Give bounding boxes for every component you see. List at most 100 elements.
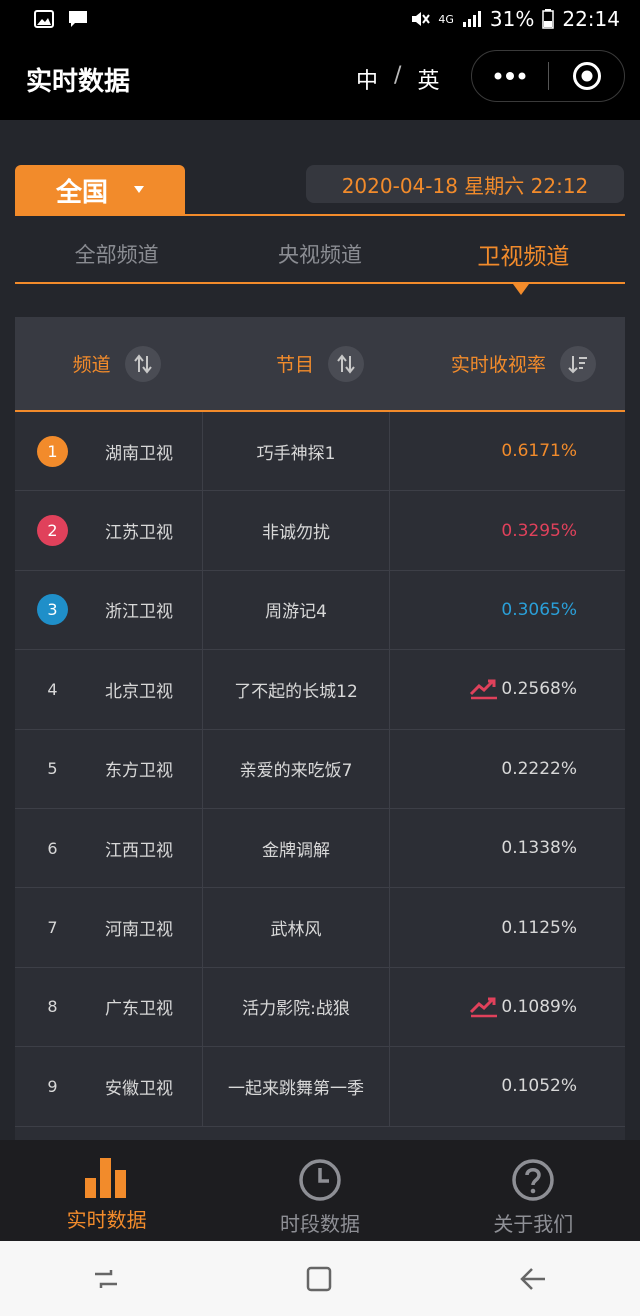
rating-cell: 0.2568% — [390, 650, 625, 728]
image-icon — [34, 10, 54, 28]
table-row[interactable]: 9 安徽卫视 一起来跳舞第一季 0.1052% — [15, 1047, 625, 1127]
channel-name: 安徽卫视 — [105, 1078, 173, 1099]
active-tab-indicator — [513, 284, 529, 295]
tab-all-channels[interactable]: 全部频道 — [15, 226, 218, 282]
program-cell: 了不起的长城12 — [203, 650, 391, 729]
rating-value: 0.6171% — [501, 441, 578, 462]
app-header: 实时数据 中 / 英 — [0, 38, 640, 120]
battery-percent: 31% — [489, 7, 535, 31]
channel-cell: 2 江苏卫视 — [15, 491, 203, 570]
table-row[interactable]: 1 湖南卫视 巧手神探1 0.6171% — [15, 412, 625, 492]
nav-period-label: 时段数据 — [279, 1212, 360, 1236]
nav-realtime-label: 实时数据 — [66, 1208, 147, 1232]
column-rating-label: 实时收视率 — [450, 354, 546, 376]
table-row[interactable]: 7 河南卫视 武林风 0.1125% — [15, 888, 625, 968]
rating-cell: 0.3065% — [390, 571, 625, 649]
table-row[interactable]: 3 浙江卫视 周游记4 0.3065% — [15, 570, 625, 651]
program-cell: 巧手神探1 — [203, 412, 391, 491]
sort-program-button[interactable] — [328, 345, 364, 382]
table-row[interactable]: 5 东方卫视 亲爱的来吃饭7 0.2222% — [15, 729, 625, 809]
table-row[interactable]: 8 广东卫视 活力影院:战狼 0.1089% — [15, 967, 625, 1048]
region-label: 全国 — [55, 177, 108, 208]
target-icon — [572, 62, 601, 90]
rating-value: 0.2222% — [501, 758, 578, 779]
rating-cell: 0.1125% — [390, 888, 625, 966]
rating-value: 0.1089% — [501, 996, 578, 1017]
rank-badge: 9 — [47, 1076, 58, 1096]
program-cell: 活力影院:战狼 — [203, 967, 391, 1047]
channel-cell: 8 广东卫视 — [15, 967, 203, 1047]
rank-badge: 2 — [37, 515, 68, 547]
table-row[interactable]: 6 江西卫视 金牌调解 0.1338% — [15, 808, 625, 889]
region-selector[interactable]: 全国 — [15, 165, 185, 215]
nav-realtime-data[interactable]: 实时数据 — [0, 1140, 213, 1241]
rating-value: 0.2568% — [501, 679, 578, 700]
status-bar: 4G 31% 22:14 — [0, 0, 640, 38]
back-icon[interactable] — [519, 1267, 547, 1291]
column-channel-label: 频道 — [72, 354, 111, 376]
network-indicator: 4G — [438, 12, 454, 26]
column-program-label: 节目 — [275, 354, 314, 376]
channel-cell: 1 湖南卫视 — [15, 412, 203, 491]
table-row[interactable]: 4 北京卫视 了不起的长城12 0.2568% — [15, 650, 625, 730]
home-icon[interactable] — [306, 1266, 332, 1292]
datetime-display: 2020-04-18 星期六 22:12 — [306, 165, 624, 203]
nav-period-data[interactable]: 时段数据 — [213, 1140, 426, 1241]
channel-cell: 4 北京卫视 — [15, 650, 203, 729]
channel-name: 湖南卫视 — [105, 443, 173, 464]
channel-cell: 7 河南卫视 — [15, 888, 203, 967]
channel-name: 江西卫视 — [105, 840, 173, 861]
channel-name: 江苏卫视 — [105, 523, 173, 544]
rating-cell: 0.1089% — [390, 968, 625, 1046]
close-button[interactable] — [549, 51, 624, 101]
more-button[interactable] — [472, 51, 548, 101]
sort-icon — [337, 353, 355, 374]
language-toggle: 中 / 英 — [356, 63, 439, 95]
program-cell: 亲爱的来吃饭7 — [203, 729, 391, 808]
rating-value: 0.1052% — [501, 1076, 578, 1097]
rating-value: 0.1338% — [501, 838, 578, 859]
channel-cell: 5 东方卫视 — [15, 729, 203, 808]
rank-badge: 4 — [47, 679, 58, 699]
channel-name: 北京卫视 — [105, 681, 173, 702]
rank-badge: 6 — [47, 838, 58, 858]
nav-about-us[interactable]: 关于我们 — [427, 1140, 640, 1241]
message-icon — [69, 11, 87, 27]
rating-cell: 0.2222% — [390, 730, 625, 808]
rating-cell: 0.3295% — [390, 491, 625, 569]
channel-name: 河南卫视 — [105, 920, 173, 941]
tabs-underline — [15, 282, 625, 284]
page-title: 实时数据 — [26, 66, 131, 97]
question-icon — [512, 1159, 555, 1201]
mini-program-capsule — [471, 50, 625, 102]
table-row[interactable]: 2 江苏卫视 非诚勿扰 0.3295% — [15, 491, 625, 571]
tab-satellite-channels[interactable]: 卫视频道 — [422, 226, 625, 282]
sort-channel-button[interactable] — [124, 345, 161, 382]
rank-badge: 5 — [47, 759, 58, 779]
rating-value: 0.3295% — [501, 520, 578, 541]
more-icon — [494, 72, 526, 80]
channel-tabs: 全部频道 央视频道 卫视频道 — [15, 226, 625, 282]
program-cell: 一起来跳舞第一季 — [203, 1047, 391, 1126]
rank-badge: 1 — [37, 435, 68, 467]
dropdown-arrow-icon — [134, 186, 144, 193]
bottom-nav: 实时数据 时段数据 关于我们 — [0, 1140, 640, 1241]
sort-descending-icon — [568, 355, 587, 373]
trending-up-icon — [469, 679, 498, 700]
battery-icon — [542, 9, 555, 29]
table-header: 频道 节目 实时收视率 — [15, 317, 625, 412]
tab-cctv-channels[interactable]: 央视频道 — [218, 226, 421, 282]
clock: 22:14 — [562, 7, 620, 31]
lang-zh-button[interactable]: 中 — [356, 63, 378, 95]
sort-rating-button[interactable] — [559, 345, 596, 382]
program-cell: 周游记4 — [203, 570, 391, 650]
sort-icon — [133, 353, 152, 374]
bar-chart-icon — [84, 1158, 126, 1198]
lang-en-button[interactable]: 英 — [417, 63, 439, 95]
recent-apps-icon[interactable] — [93, 1268, 119, 1290]
program-cell: 武林风 — [203, 888, 391, 967]
rank-badge: 8 — [47, 997, 58, 1017]
channel-cell: 6 江西卫视 — [15, 808, 203, 888]
channel-cell: 3 浙江卫视 — [15, 570, 203, 650]
trending-up-icon — [469, 997, 498, 1017]
